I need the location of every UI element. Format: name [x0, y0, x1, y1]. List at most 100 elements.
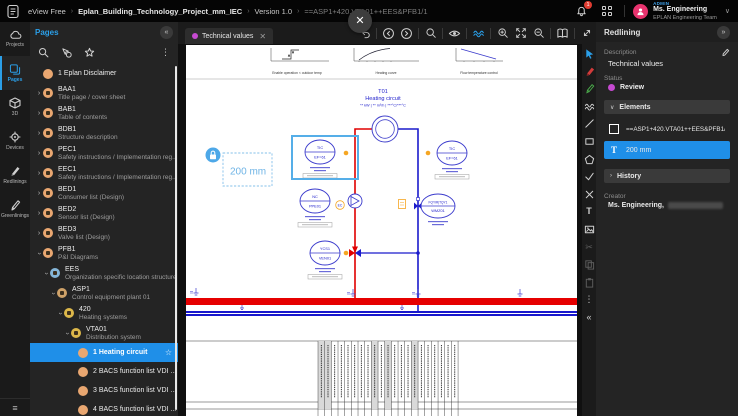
tree-item[interactable]: › EES Organization specific location str… [30, 263, 178, 283]
canvas-region: Technical values ✕ ✕ [178, 22, 596, 416]
redline-status-dot [192, 33, 198, 39]
rail-menu-button[interactable]: ≡ [0, 398, 30, 416]
tree-item[interactable]: › 420 Heating systems [30, 303, 178, 323]
expand-chevron-icon[interactable]: › [35, 130, 43, 137]
tree-item[interactable]: › EEC1 Safety instructions / Implementat… [30, 163, 178, 183]
breadcrumb-app[interactable]: eView Free [28, 7, 66, 16]
status-label: Status [604, 75, 730, 82]
more-tools-button[interactable]: ⋮ [583, 293, 596, 306]
apps-menu-button[interactable] [598, 2, 616, 20]
tree-item-code: PEC1 [58, 145, 178, 154]
copy-tool-button[interactable] [583, 258, 596, 271]
tree-item[interactable]: › BED2 Sensor list (Design) [30, 203, 178, 223]
page-item[interactable]: › 2 BACS function list VDI ... [30, 362, 178, 381]
cut-tool-button[interactable]: ✂ [583, 241, 596, 254]
collapse-toolbar-button[interactable]: « [583, 311, 596, 324]
breadcrumb-version[interactable]: Version 1.0 [255, 7, 293, 16]
favorite-icon[interactable]: ☆ [165, 348, 172, 357]
tree-item[interactable]: › BDB1 Structure description [30, 123, 178, 143]
page-item[interactable]: › 1 Eplan Disclaimer [30, 64, 178, 83]
search-in-page-button[interactable] [423, 26, 438, 41]
rail-item-projects[interactable]: Projects [0, 22, 30, 56]
page-overview-button[interactable] [555, 26, 570, 41]
user-info[interactable]: ADMIN Ms. Engineering EPLAN Engineering … [653, 1, 717, 20]
line-tool-button[interactable] [583, 117, 596, 130]
check-stamp-tool-button[interactable] [583, 170, 596, 183]
redline-element-row[interactable]: T 200 mm [604, 141, 730, 159]
locate-page-icon[interactable] [61, 47, 72, 58]
expand-chevron-icon[interactable]: › [57, 309, 64, 317]
pages-more-menu-icon[interactable]: ⋮ [161, 47, 170, 58]
status-value[interactable]: Review [608, 84, 730, 91]
expand-chevron-icon[interactable]: › [35, 90, 43, 97]
eplan-logo-icon[interactable] [6, 4, 21, 19]
red-marker-tool-button[interactable] [583, 65, 596, 78]
search-icon[interactable] [38, 47, 49, 58]
tree-item[interactable]: › PFB1 P&I Diagrams [30, 243, 178, 263]
expand-chevron-icon[interactable]: › [64, 329, 71, 337]
tree-item[interactable]: › BAA1 Title page / cover sheet [30, 83, 178, 103]
zoom-out-button[interactable] [531, 26, 546, 41]
tree-item[interactable]: › VTA01 Distribution system [30, 323, 178, 343]
freehand-tool-button[interactable] [583, 100, 596, 113]
svg-text:Flow temperature control: Flow temperature control [460, 71, 498, 75]
favorites-filter-icon[interactable] [84, 47, 95, 58]
collapse-pages-panel-button[interactable]: « [160, 26, 173, 39]
elements-section-header[interactable]: ∨Elements [604, 100, 730, 114]
polygon-tool-button[interactable] [583, 153, 596, 166]
rail-item-devices[interactable]: Devices [0, 124, 30, 158]
tree-item-description: P&I Diagrams [58, 254, 178, 262]
cross-stamp-tool-button[interactable] [583, 188, 596, 201]
expand-chevron-icon[interactable]: › [35, 110, 43, 117]
notifications-button[interactable]: 1 [572, 2, 590, 20]
expand-chevron-icon[interactable]: › [35, 150, 43, 157]
tab-close-icon[interactable]: ✕ [259, 32, 266, 41]
pages-tree-scrollbar[interactable] [175, 66, 177, 410]
history-section-header[interactable]: ›History [604, 169, 730, 183]
expand-chevron-icon[interactable]: › [43, 269, 50, 277]
select-tool-button[interactable] [583, 47, 596, 60]
page-item[interactable]: › 3 BACS function list VDI ... [30, 381, 178, 400]
expand-chevron-icon[interactable]: › [35, 210, 43, 217]
rectangle-tool-button[interactable] [583, 135, 596, 148]
rail-item-3d[interactable]: 3D [0, 90, 30, 124]
edit-description-icon[interactable] [721, 48, 730, 57]
note-icon [399, 200, 406, 209]
user-avatar[interactable] [633, 4, 648, 19]
redline-element-row[interactable]: ==ASP1+420.VTA01++EES&PFB1/1 [604, 120, 730, 138]
previous-page-button[interactable] [381, 26, 396, 41]
tree-item[interactable]: › BAB1 Table of contents [30, 103, 178, 123]
tree-item[interactable]: › BED3 Valve list (Design) [30, 223, 178, 243]
expand-chevron-icon[interactable]: › [50, 289, 57, 297]
tree-item[interactable]: › ASP1 Control equipment plant 01 [30, 283, 178, 303]
zoom-in-button[interactable] [495, 26, 510, 41]
expand-chevron-icon[interactable]: › [36, 249, 43, 257]
page-item[interactable]: › 1 Heating circuit ☆ [30, 343, 178, 362]
tree-item[interactable]: › BED1 Consumer list (Design) [30, 183, 178, 203]
tree-item[interactable]: › PEC1 Safety instructions / Implementat… [30, 143, 178, 163]
next-page-button[interactable] [399, 26, 414, 41]
layer-visibility-button[interactable] [447, 26, 462, 41]
drawing-viewport[interactable]: Enable operation < outdoor temp Heating … [178, 44, 582, 416]
paste-tool-button[interactable] [583, 276, 596, 289]
expand-chevron-icon[interactable]: › [35, 230, 43, 237]
redline-text-element[interactable]: 200 mm [206, 148, 273, 187]
text-tool-button[interactable]: T [583, 205, 596, 218]
image-stamp-tool-button[interactable] [583, 223, 596, 236]
breadcrumb-project[interactable]: Eplan_Building_Technology_Project_mm_IEC [78, 7, 242, 16]
expand-chevron-icon[interactable]: › [35, 190, 43, 197]
expand-chevron-icon[interactable]: › [35, 170, 43, 177]
rail-item-redlinings[interactable]: Redlinings [0, 158, 30, 192]
user-menu-chevron-icon[interactable]: ∨ [725, 7, 730, 15]
rail-item-greenlinings[interactable]: Greenlinings [0, 192, 30, 226]
rail-item-pages[interactable]: Pages [0, 56, 30, 90]
page-item[interactable]: › 4 BACS function list VDI ... [30, 400, 178, 416]
tab-technical-values[interactable]: Technical values ✕ [185, 28, 273, 44]
zoom-fit-button[interactable] [513, 26, 528, 41]
close-overlay-button[interactable]: ✕ [348, 9, 372, 33]
green-pen-tool-button[interactable] [583, 82, 596, 95]
collapse-redlining-panel-button[interactable]: » [717, 26, 730, 39]
fullscreen-button[interactable] [579, 26, 594, 41]
redlining-mode-button[interactable] [471, 26, 486, 41]
terminal-table [186, 341, 577, 416]
